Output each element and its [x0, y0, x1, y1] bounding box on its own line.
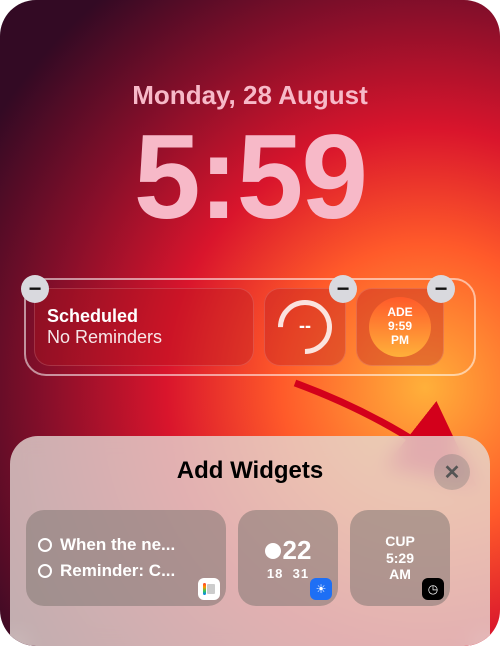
circle-icon: [38, 564, 52, 578]
clock-city: CUP: [385, 533, 415, 550]
weather-temp: 22: [283, 535, 312, 566]
reminder-text: Reminder: C...: [60, 561, 175, 581]
scheduled-subtitle: No Reminders: [47, 327, 241, 348]
date-label: Monday, 28 August: [0, 80, 500, 111]
weather-range: 18 31: [267, 566, 309, 581]
close-sheet-button[interactable]: ✕: [434, 454, 470, 490]
clock-period: PM: [391, 334, 409, 348]
weather-high: 31: [293, 566, 309, 581]
weather-app-icon: ☀: [310, 578, 332, 600]
scheduled-title: Scheduled: [47, 306, 241, 327]
widget-world-clock[interactable]: − ADE 9:59 PM: [356, 288, 444, 366]
suggestion-clock-widget[interactable]: CUP 5:29 AM ◷: [350, 510, 450, 606]
widget-slot-row[interactable]: − Scheduled No Reminders − -- − ADE 9:59…: [24, 278, 476, 376]
reminder-text: When the ne...: [60, 535, 175, 555]
reminder-item: When the ne...: [38, 535, 214, 555]
suggestion-reminders-widget[interactable]: When the ne... Reminder: C...: [26, 510, 226, 606]
sheet-header: Add Widgets ✕: [26, 454, 474, 488]
add-widgets-sheet: Add Widgets ✕ When the ne... Reminder: C…: [10, 436, 490, 646]
time-label: 5:59: [0, 108, 500, 246]
weather-temp-row: 22: [265, 535, 312, 566]
suggestion-weather-widget[interactable]: 22 18 31 ☀: [238, 510, 338, 606]
clock-city: ADE: [387, 306, 412, 320]
remove-widget-button[interactable]: −: [329, 275, 357, 303]
clock-face-icon: ADE 9:59 PM: [369, 297, 431, 357]
clock-time: 9:59: [388, 320, 412, 334]
clock-app-icon: ◷: [422, 578, 444, 600]
circle-icon: [38, 538, 52, 552]
sheet-title: Add Widgets: [177, 457, 323, 485]
weather-low: 18: [267, 566, 283, 581]
widget-gauge[interactable]: − --: [264, 288, 346, 366]
widget-suggestions-row: When the ne... Reminder: C... 22 18: [26, 510, 474, 606]
gauge-value: --: [299, 315, 311, 336]
lock-screen: Monday, 28 August 5:59 − Scheduled No Re…: [0, 0, 500, 646]
close-icon: ✕: [444, 460, 461, 485]
minus-icon: −: [337, 278, 350, 300]
clock-period: AM: [385, 566, 415, 583]
sun-icon: [265, 543, 281, 559]
remove-widget-button[interactable]: −: [427, 275, 455, 303]
remove-widget-button[interactable]: −: [21, 275, 49, 303]
clock-content: CUP 5:29 AM: [385, 533, 415, 583]
reminder-item: Reminder: C...: [38, 561, 214, 581]
reminders-app-icon: [198, 578, 220, 600]
minus-icon: −: [435, 278, 448, 300]
widget-reminders-scheduled[interactable]: − Scheduled No Reminders: [34, 288, 254, 366]
minus-icon: −: [29, 278, 42, 300]
clock-time: 5:29: [385, 550, 415, 567]
